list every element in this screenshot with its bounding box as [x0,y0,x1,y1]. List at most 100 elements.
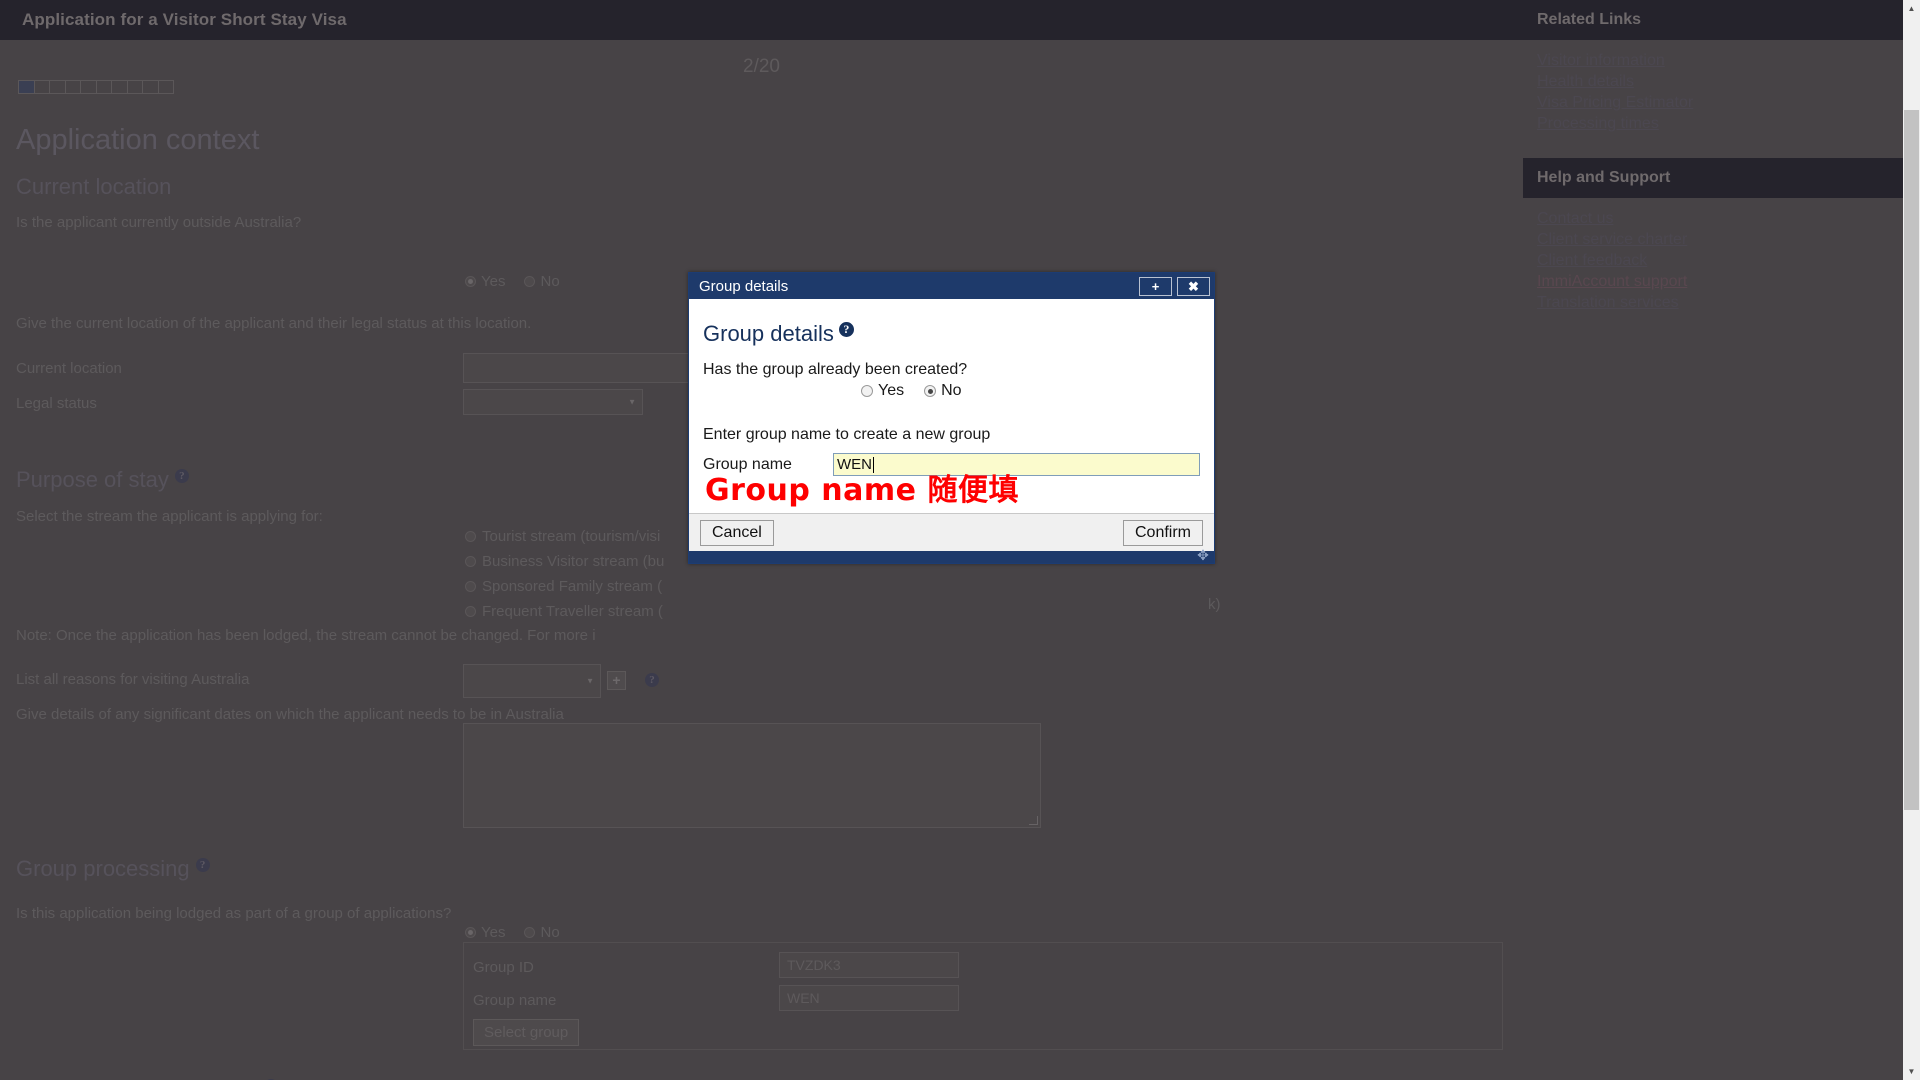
page-header: Application for a Visitor Short Stay Vis… [0,0,1523,40]
input-group-id: TVZDK3 [779,952,959,978]
progress-segment [19,81,35,93]
progress-segment [128,81,143,93]
radio-group-created-yes[interactable] [861,385,873,397]
maximize-icon[interactable]: + [1139,276,1172,296]
label-significant-dates: Give details of any significant dates on… [16,706,564,723]
help-and-support-list: Contact us Client service charter Client… [1523,198,1903,327]
related-links-title: Related Links [1523,0,1903,40]
radio-label-yes: Yes [481,273,506,290]
label-reasons-for-visiting: List all reasons for visiting Australia [16,671,250,688]
link-client-feedback[interactable]: Client feedback [1537,250,1889,271]
select-group-button[interactable]: Select group [473,1019,580,1046]
page-title: Application for a Visitor Short Stay Vis… [22,10,347,29]
label-group-name: Group name [473,992,557,1009]
link-visa-pricing-estimator[interactable]: Visa Pricing Estimator [1537,92,1889,113]
group-details-panel [463,942,1503,1050]
label-current-location: Current location [16,360,122,377]
radio-group-stream[interactable]: Tourist stream (tourism/visi Business Vi… [465,524,664,624]
radio-group-created-no[interactable] [924,385,937,397]
dialog-title-bar[interactable]: Group details + ✖ [689,273,1214,299]
dialog-body: Group details? Has the group already bee… [689,299,1214,513]
link-client-service-charter[interactable]: Client service charter [1537,229,1889,250]
radio-outside-australia-yes[interactable] [465,276,476,287]
progress-segment [66,81,81,93]
dialog-footer: Cancel Confirm [689,513,1214,551]
stream-option-tail: k) [1208,596,1221,613]
radio-group-processing-no[interactable] [524,927,536,938]
prompt-select-stream: Select the stream the applicant is apply… [16,508,323,525]
link-immiaccount-support[interactable]: ImmiAccount support [1537,271,1889,292]
progress-segment [112,81,128,93]
related-links-list: Visitor information Health details Visa … [1523,40,1903,148]
radio-label-dialog-yes: Yes [878,382,905,399]
link-health-details[interactable]: Health details [1537,71,1889,92]
progress-bar [18,80,174,94]
dialog-question: Has the group already been created? [703,361,968,378]
label-group-application: Is this application being lodged as part… [16,905,452,922]
step-counter: 2/20 [743,56,780,77]
close-icon[interactable]: ✖ [1177,276,1210,296]
help-icon-group-processing[interactable]: ? [195,857,210,872]
radio-option-frequent-traveller-stream[interactable]: Frequent Traveller stream ( [465,599,664,624]
confirm-button[interactable]: Confirm [1122,519,1203,546]
select-reasons-for-visiting[interactable] [463,664,601,698]
progress-segment [35,81,50,93]
note-stream-cannot-change: Note: Once the application has been lodg… [16,627,596,644]
section-heading-purpose-of-stay: Purpose of stay? [16,467,189,493]
help-and-support-card: Help and Support Contact us Client servi… [1523,158,1903,327]
link-translation-services[interactable]: Translation services [1537,292,1889,313]
radio-outside-australia-no[interactable] [524,276,536,287]
progress-segment [81,81,97,93]
help-icon-reasons[interactable]: ? [645,673,659,687]
page-scrollbar[interactable]: ▲ ▼ [1903,0,1920,1080]
textarea-significant-dates[interactable] [463,723,1041,828]
radio-option-sponsored-family-stream[interactable]: Sponsored Family stream ( [465,574,664,599]
label-outside-australia: Is the applicant currently outside Austr… [16,214,302,231]
annotation-overlay: Group name 随便填 [705,473,1019,508]
resize-handle-icon[interactable]: ✥ [1195,547,1211,563]
radio-group-outside-australia[interactable]: Yes No [465,273,560,290]
radio-label-no: No [540,273,560,290]
progress-segment [159,81,174,93]
instruction-current-location: Give the current location of the applica… [16,315,532,332]
radio-label-group-no: No [540,924,560,941]
link-contact-us[interactable]: Contact us [1537,208,1889,229]
progress-segment [50,81,66,93]
radio-tourist-stream[interactable] [465,531,476,542]
link-processing-times[interactable]: Processing times [1537,113,1889,134]
radio-label-dialog-no: No [941,382,962,399]
dialog-resize-bar[interactable]: ✥ [689,547,1214,563]
radio-group-processing-yes[interactable] [465,927,476,938]
radio-frequent-traveller-stream[interactable] [465,606,476,617]
dialog-title: Group details [699,277,789,295]
radio-option-business-visitor-stream[interactable]: Business Visitor stream (bu [465,549,664,574]
help-icon-purpose-of-stay[interactable]: ? [174,468,189,483]
input-group-name: WEN [779,985,959,1011]
scroll-up-arrow-icon[interactable]: ▲ [1903,0,1920,17]
progress-segment [143,81,159,93]
group-details-dialog: Group details + ✖ Group details? Has the… [688,272,1215,564]
radio-option-tourist-stream[interactable]: Tourist stream (tourism/visi [465,524,664,549]
radio-group-group-processing[interactable]: Yes No [465,924,560,941]
help-and-support-title: Help and Support [1523,158,1903,198]
radio-group-group-created[interactable]: Yes No [861,382,1200,400]
section-heading-current-location: Current location [16,174,172,199]
section-heading-group-processing: Group processing? [16,856,210,882]
application-context-title: Application context [16,124,260,156]
right-sidebar: Related Links Visitor information Health… [1523,0,1903,1080]
radio-sponsored-family-stream[interactable] [465,581,476,592]
help-icon-group-details[interactable]: ? [838,321,854,337]
scroll-down-arrow-icon[interactable]: ▼ [1903,1063,1920,1080]
dialog-heading: Group details? [703,321,1200,347]
link-visitor-information[interactable]: Visitor information [1537,50,1889,71]
cancel-button[interactable]: Cancel [700,519,774,546]
dialog-subtitle: Enter group name to create a new group [703,426,991,443]
label-group-id: Group ID [473,959,534,976]
progress-segment [97,81,112,93]
radio-business-visitor-stream[interactable] [465,556,476,567]
add-reason-button[interactable]: + [607,671,626,690]
scrollbar-thumb[interactable] [1904,110,1919,810]
select-legal-status[interactable] [463,389,643,415]
related-links-card: Related Links Visitor information Health… [1523,0,1903,148]
label-legal-status: Legal status [16,395,97,412]
